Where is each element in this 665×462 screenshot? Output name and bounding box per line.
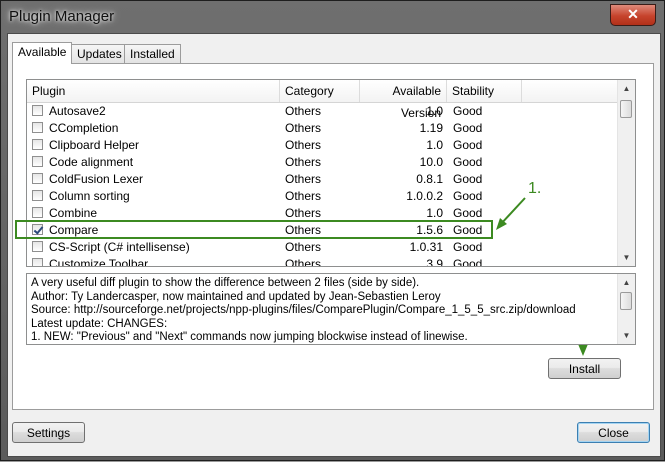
description-line: Source: http://sourceforge.net/projects/… <box>31 304 576 316</box>
plugin-manager-window: Plugin Manager ✕ Available Updates Insta… <box>0 0 665 461</box>
scroll-up-icon[interactable]: ▲ <box>618 274 635 291</box>
settings-button[interactable]: Settings <box>12 422 85 443</box>
description-line: A very useful diff plugin to show the di… <box>31 277 420 289</box>
close-button[interactable]: Close <box>577 422 650 443</box>
step-1-label: 1. <box>528 180 542 197</box>
plugin-description[interactable]: A very useful diff plugin to show the di… <box>26 273 636 345</box>
annotation-arrows <box>496 197 588 356</box>
description-scrollbar[interactable]: ▲ ▼ <box>617 274 635 344</box>
description-line: Author: Ty Landercasper, now maintained … <box>31 290 441 303</box>
arrow-1-line <box>499 197 526 226</box>
tab-available[interactable]: Available <box>12 42 73 64</box>
scroll-thumb[interactable] <box>620 292 632 310</box>
description-text: A very useful diff plugin to show the di… <box>31 277 576 344</box>
description-line: Latest update: CHANGES: <box>31 317 168 330</box>
install-button[interactable]: Install <box>548 358 621 379</box>
description-line: 1. NEW: "Previous" and "Next" commands n… <box>31 331 468 343</box>
arrow-2-head <box>578 344 588 356</box>
scroll-down-icon[interactable]: ▼ <box>618 327 635 344</box>
